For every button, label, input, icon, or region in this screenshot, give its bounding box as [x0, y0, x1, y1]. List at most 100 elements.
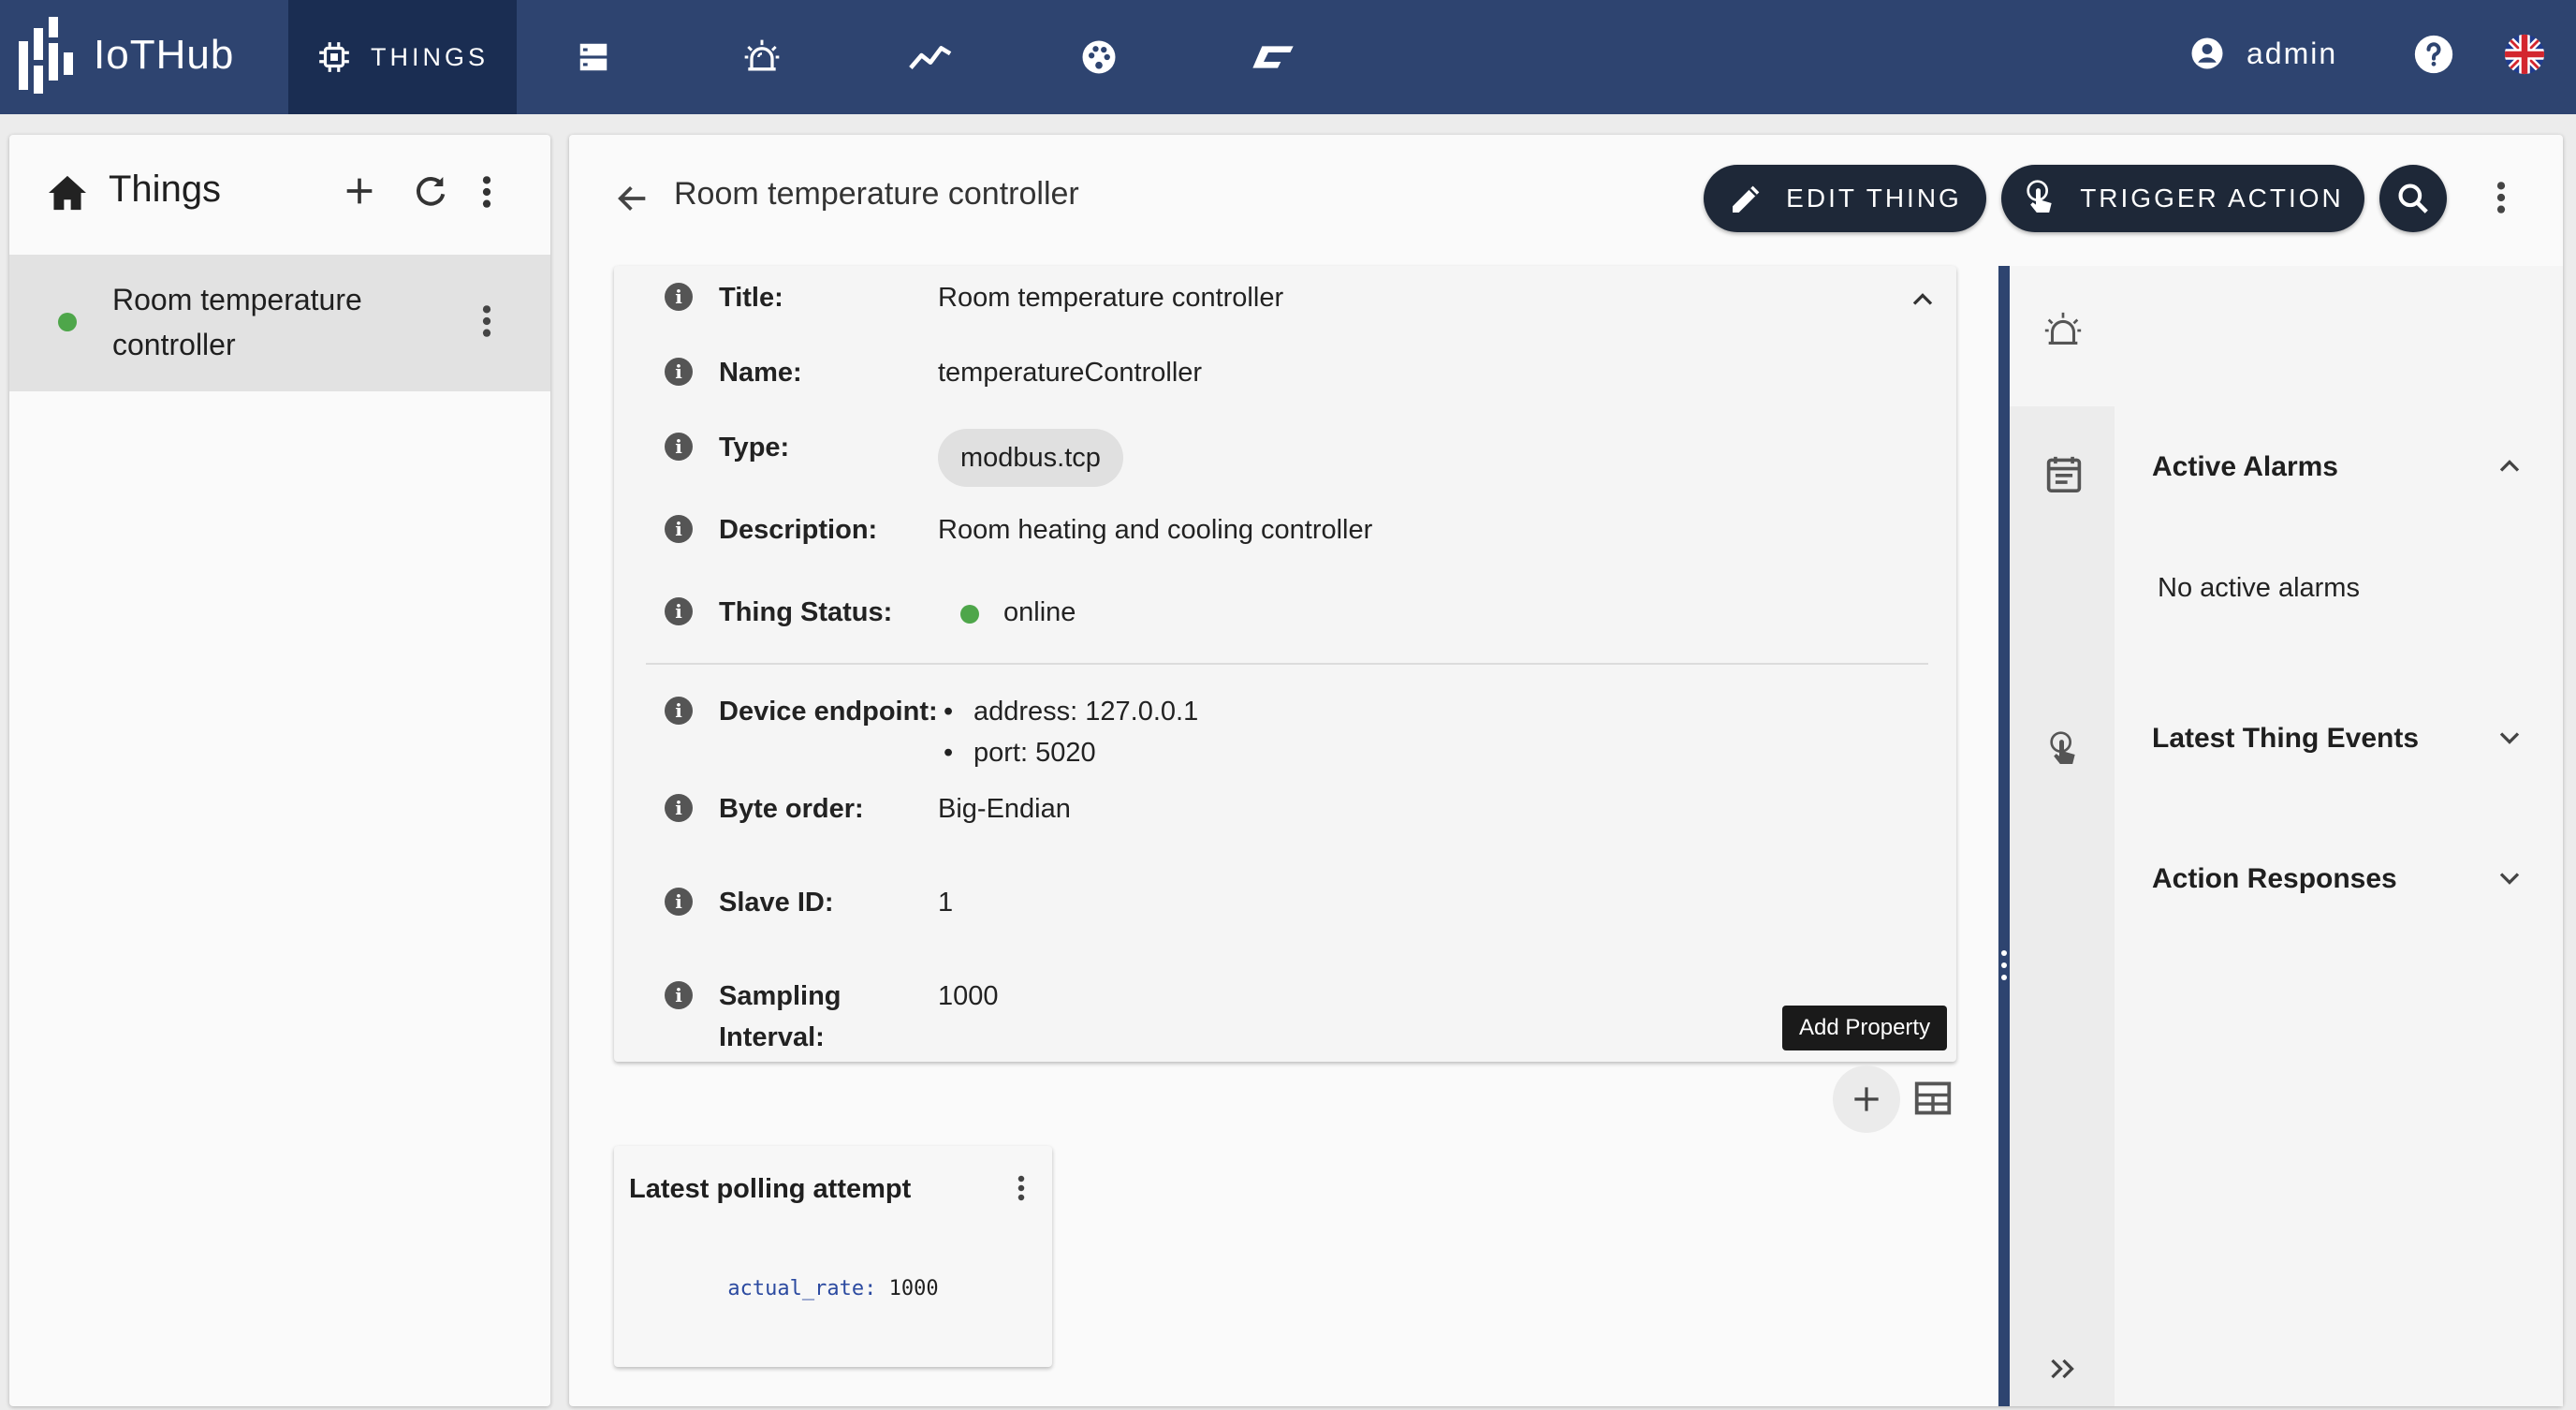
info-icon: i [665, 597, 693, 625]
nav-tab-rules[interactable] [1226, 0, 1320, 114]
more-vert-icon [482, 305, 491, 337]
title-value: Room temperature controller [938, 283, 1284, 313]
name-value: temperatureController [938, 358, 1203, 388]
things-sidebar: Things Room temperature controller [9, 135, 550, 1406]
latest-thing-events-header[interactable]: Latest Thing Events [2152, 723, 2419, 755]
app-logo[interactable]: IoTHub [17, 13, 234, 97]
more-vert-icon [2496, 182, 2506, 213]
panel-resize-handle[interactable] [1998, 266, 2010, 1406]
action-responses-header[interactable]: Action Responses [2152, 863, 2397, 895]
slave-id-key: Slave ID: [719, 888, 834, 918]
name-key: Name: [719, 358, 802, 388]
user-name: admin [2247, 36, 2338, 70]
arrow-back-icon [618, 186, 646, 211]
sidebar-item-more-button[interactable] [477, 303, 496, 339]
poll-code-key: actual_rate: [727, 1277, 877, 1300]
drag-handle-icon [2001, 950, 2007, 980]
home-icon [49, 175, 86, 211]
table-view-button[interactable] [1913, 1080, 1953, 1116]
trigger-action-button[interactable]: TRIGGER ACTION [2001, 165, 2364, 232]
latest-events-toggle[interactable] [2493, 721, 2526, 755]
chip-icon [319, 42, 349, 72]
active-alarms-header[interactable]: Active Alarms [2152, 451, 2338, 483]
page-more-button[interactable] [2492, 180, 2510, 215]
thing-status-value: online [1003, 597, 1076, 627]
server-icon [579, 43, 607, 71]
edit-thing-button[interactable]: EDIT THING [1704, 165, 1986, 232]
table-icon [1914, 1081, 1952, 1115]
endpoint-port: port: 5020 [973, 738, 1096, 768]
action-responses-toggle[interactable] [2493, 861, 2526, 895]
help-button[interactable] [2413, 34, 2454, 75]
sidebar-item-room-temperature-controller[interactable]: Room temperature controller [9, 255, 550, 391]
poll-card-more-button[interactable] [1015, 1174, 1028, 1202]
nav-tab-things-label: THINGS [370, 42, 489, 71]
rail-tab-events[interactable] [2045, 453, 2083, 494]
bullet-dot: • [944, 738, 954, 768]
rail-tab-action-responses[interactable] [2045, 728, 2083, 771]
more-vert-icon [482, 176, 491, 208]
sidebar-title: Things [109, 169, 222, 210]
info-icon: i [665, 981, 693, 1009]
search-button[interactable] [2379, 165, 2447, 232]
plus-icon [346, 178, 373, 204]
bullet-dot: • [944, 697, 954, 727]
user-menu[interactable]: admin [2190, 0, 2337, 107]
palette-icon [1082, 40, 1116, 74]
description-key: Description: [719, 515, 878, 545]
thing-status-key: Thing Status: [719, 597, 893, 627]
iothub-logo-icon [19, 17, 73, 94]
nav-tab-trends[interactable] [884, 0, 977, 114]
thing-status-dot [58, 313, 77, 331]
sampling-interval-key-line2: Interval: [719, 1022, 825, 1052]
double-chevron-right-icon [2051, 1359, 2074, 1379]
info-icon: i [665, 433, 693, 461]
right-panel-content: Active Alarms No active alarms Latest Th… [2115, 266, 2563, 1406]
title-key: Title: [719, 283, 783, 313]
nav-tab-things[interactable]: THINGS [288, 0, 517, 114]
description-value: Room heating and cooling controller [938, 515, 1373, 545]
chevron-up-icon [1912, 293, 1933, 305]
expand-panel-button[interactable] [2045, 1352, 2079, 1386]
page-title: Room temperature controller [674, 176, 1079, 212]
nav-tab-dashboards[interactable] [1052, 0, 1146, 114]
poll-code-value: 1000 [876, 1277, 939, 1300]
poll-code-block: actual_rate: 1000 [614, 1277, 1052, 1300]
sidebar-more-button[interactable] [477, 174, 496, 210]
search-icon [2398, 184, 2428, 213]
back-button[interactable] [614, 180, 651, 217]
touch-icon [2050, 731, 2075, 764]
info-icon: i [665, 794, 693, 822]
thing-detail-panel: Room temperature controller EDIT THING T… [569, 135, 2563, 1406]
byte-order-key: Byte order: [719, 794, 864, 824]
account-circle-icon [2191, 37, 2223, 69]
chevron-down-icon [2499, 873, 2520, 885]
app-logo-text: IoTHub [94, 32, 235, 78]
type-key: Type: [719, 433, 790, 463]
plus-icon [1854, 1087, 1879, 1111]
info-icon: i [665, 888, 693, 916]
help-icon [2414, 35, 2453, 74]
refresh-button[interactable] [412, 172, 449, 210]
info-icon: i [665, 358, 693, 386]
collapse-details-button[interactable] [1906, 283, 1939, 316]
more-vert-icon [1017, 1175, 1025, 1201]
alarm-icon [744, 39, 780, 71]
refresh-icon [417, 177, 446, 206]
slave-id-value: 1 [938, 888, 954, 918]
add-thing-button[interactable] [341, 172, 378, 210]
event-note-icon [2046, 456, 2082, 492]
top-navigation-bar: IoTHub THINGS admin [0, 0, 2576, 114]
add-property-button[interactable] [1833, 1065, 1900, 1133]
nav-tab-alarms[interactable] [715, 0, 809, 114]
trend-icon [909, 46, 952, 69]
rail-tab-active-alarms[interactable] [2010, 266, 2115, 406]
sidebar-item-label: Room temperature controller [112, 283, 362, 361]
rules-icon [1252, 46, 1294, 68]
no-active-alarms-text: No active alarms [2158, 573, 2360, 603]
online-status-dot [960, 605, 979, 624]
language-button[interactable] [2503, 33, 2546, 76]
active-alarms-toggle[interactable] [2493, 449, 2526, 483]
nav-tab-servers[interactable] [547, 0, 640, 114]
details-divider [646, 663, 1928, 665]
